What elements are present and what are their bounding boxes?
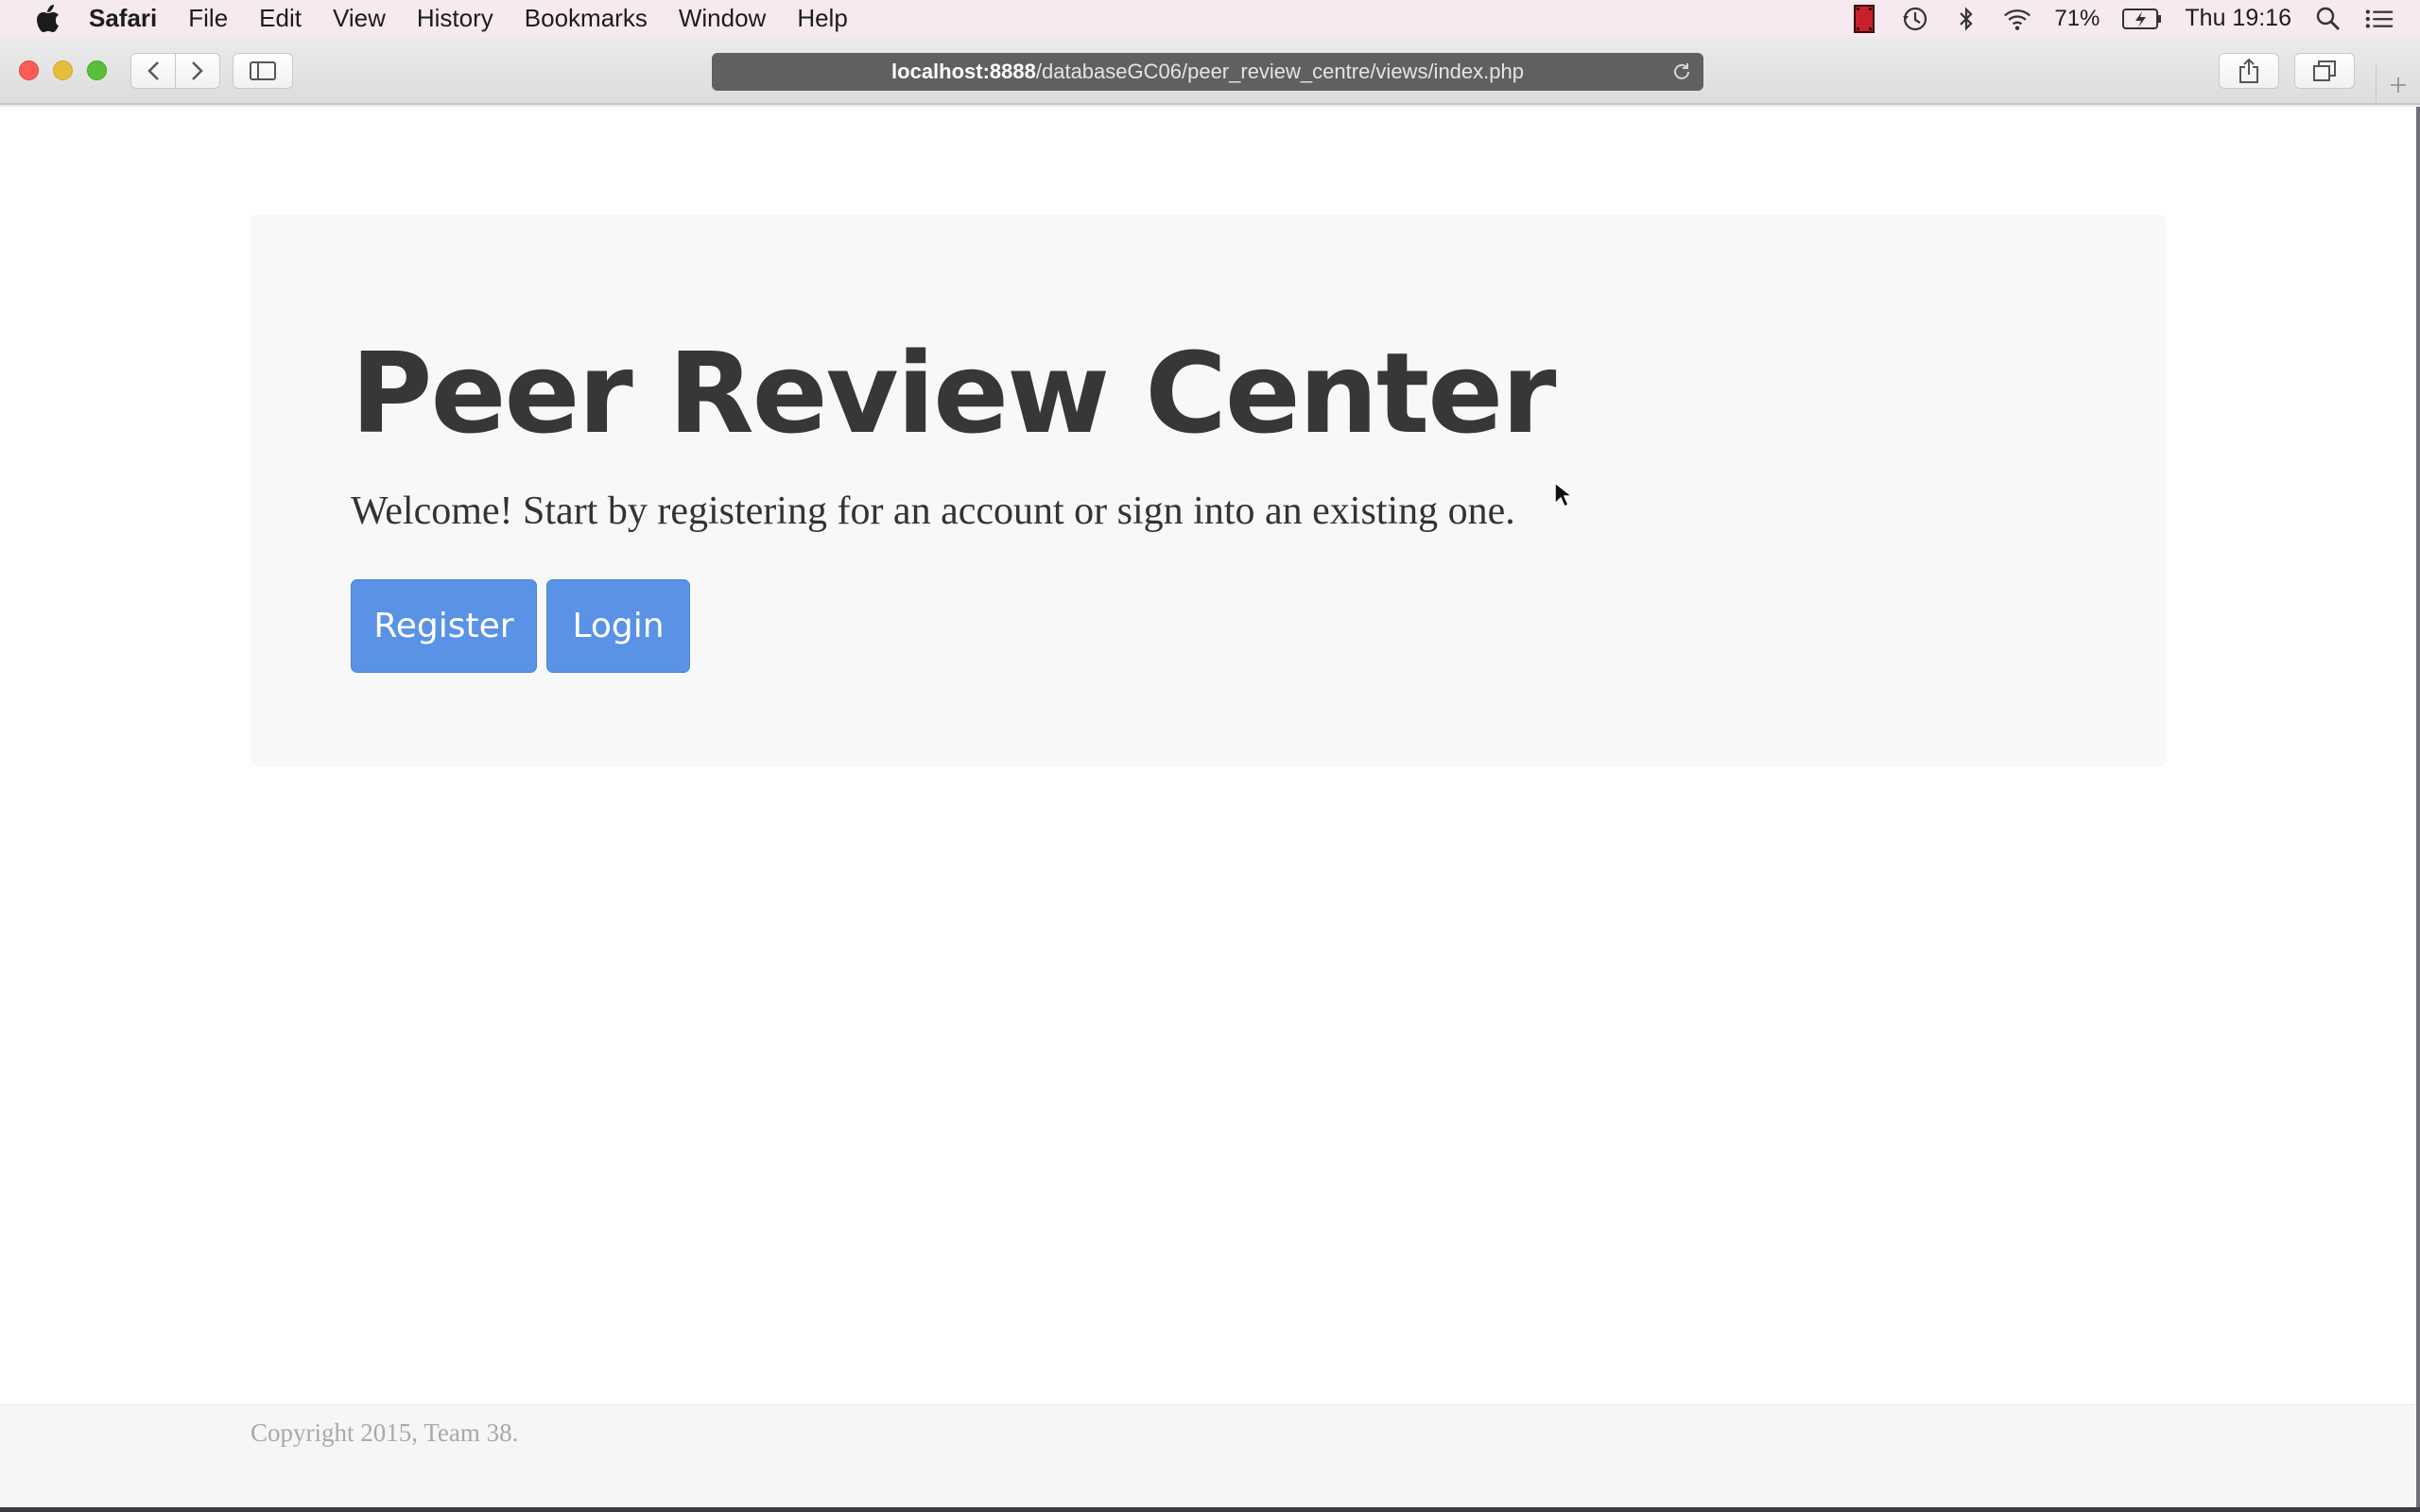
mouse-cursor-icon	[1554, 481, 1572, 508]
copyright-text: Copyright 2015, Team 38.	[251, 1418, 519, 1447]
window-minimize-button[interactable]	[53, 60, 73, 80]
page-viewport: Peer Review Center Welcome! Start by reg…	[0, 107, 2420, 1507]
page-title: Peer Review Center	[351, 328, 1556, 458]
url-host: localhost:8888	[891, 60, 1036, 83]
plus-icon	[2391, 77, 2406, 93]
window-maximize-button[interactable]	[87, 60, 107, 80]
browser-toolbar: localhost:8888/databaseGC06/peer_review_…	[0, 37, 2420, 105]
share-button[interactable]	[2219, 53, 2279, 89]
menu-view[interactable]: View	[333, 4, 386, 33]
tabs-overview-icon	[2313, 60, 2336, 81]
menu-bookmarks[interactable]: Bookmarks	[525, 4, 648, 33]
welcome-text: Welcome! Start by registering for an acc…	[351, 490, 1515, 533]
notification-center-icon[interactable]	[2365, 5, 2394, 33]
screen-recorder-icon[interactable]	[1850, 4, 1878, 33]
sidebar-toggle-button[interactable]	[233, 53, 293, 89]
time-machine-icon[interactable]	[1901, 5, 1929, 33]
page-footer: Copyright 2015, Team 38.	[0, 1404, 2416, 1507]
sidebar-icon	[250, 61, 276, 80]
menu-help[interactable]: Help	[797, 4, 847, 33]
login-button[interactable]: Login	[546, 579, 690, 673]
system-menu-bar: Safari File Edit View History Bookmarks …	[0, 0, 2420, 37]
menu-file[interactable]: File	[188, 4, 228, 33]
menu-edit[interactable]: Edit	[259, 4, 302, 33]
chevron-right-icon	[192, 61, 203, 80]
share-icon	[2239, 58, 2258, 83]
battery-charging-icon[interactable]	[2122, 5, 2162, 33]
hero-panel: Peer Review Center Welcome! Start by reg…	[251, 215, 2167, 766]
wifi-icon[interactable]	[2003, 5, 2031, 33]
spotlight-search-icon[interactable]	[2314, 5, 2342, 33]
menu-app-safari[interactable]: Safari	[89, 4, 157, 33]
address-bar[interactable]: localhost:8888/databaseGC06/peer_review_…	[712, 53, 1703, 91]
chevron-left-icon	[147, 61, 159, 80]
new-tab-button[interactable]	[2376, 65, 2420, 105]
apple-icon[interactable]	[32, 3, 64, 35]
window-bottom-edge	[0, 1507, 2420, 1512]
reload-icon[interactable]	[1669, 60, 1694, 84]
show-all-tabs-button[interactable]	[2294, 53, 2355, 89]
url-path: /databaseGC06/peer_review_centre/views/i…	[1035, 60, 1524, 83]
menu-window[interactable]: Window	[679, 4, 766, 33]
back-button[interactable]	[130, 53, 176, 89]
bluetooth-icon[interactable]	[1952, 5, 1980, 33]
menu-history[interactable]: History	[417, 4, 493, 33]
register-button[interactable]: Register	[351, 579, 537, 673]
forward-button[interactable]	[175, 53, 220, 89]
menubar-clock[interactable]: Thu 19:16	[2185, 5, 2291, 32]
window-close-button[interactable]	[19, 60, 39, 80]
battery-percent[interactable]: 71%	[2054, 6, 2100, 32]
